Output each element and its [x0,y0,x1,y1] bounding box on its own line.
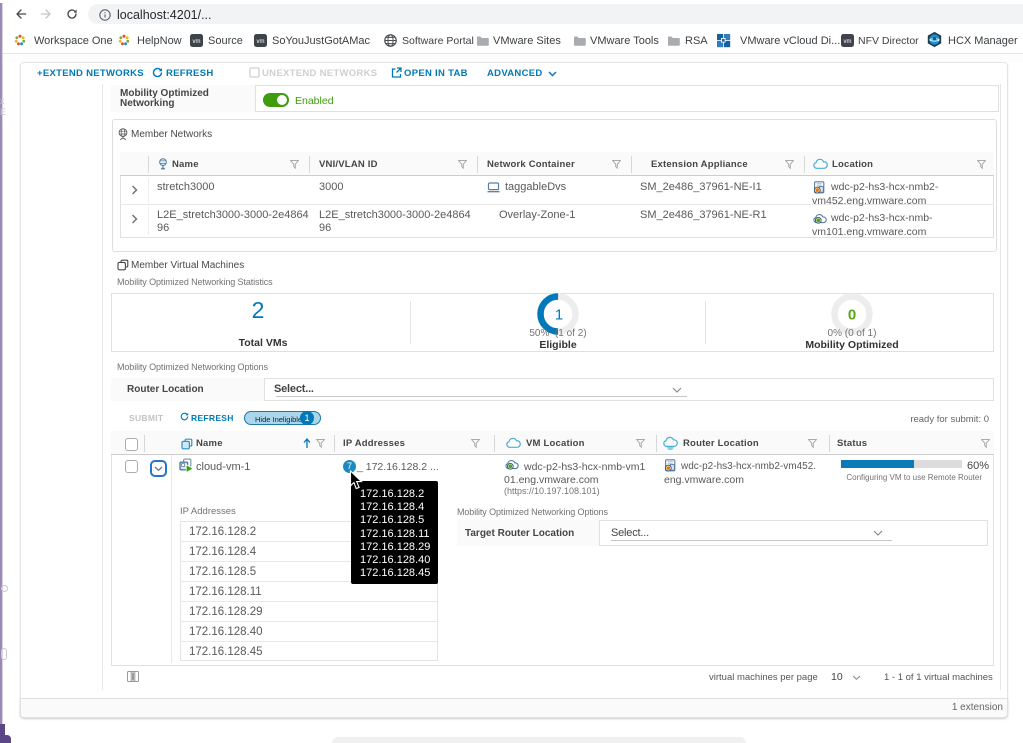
svg-text:1: 1 [555,307,563,324]
svg-text:0: 0 [848,307,856,324]
svg-text:vm: vm [844,39,852,45]
svg-text:vm: vm [193,39,201,45]
svg-text:vm: vm [257,39,265,45]
